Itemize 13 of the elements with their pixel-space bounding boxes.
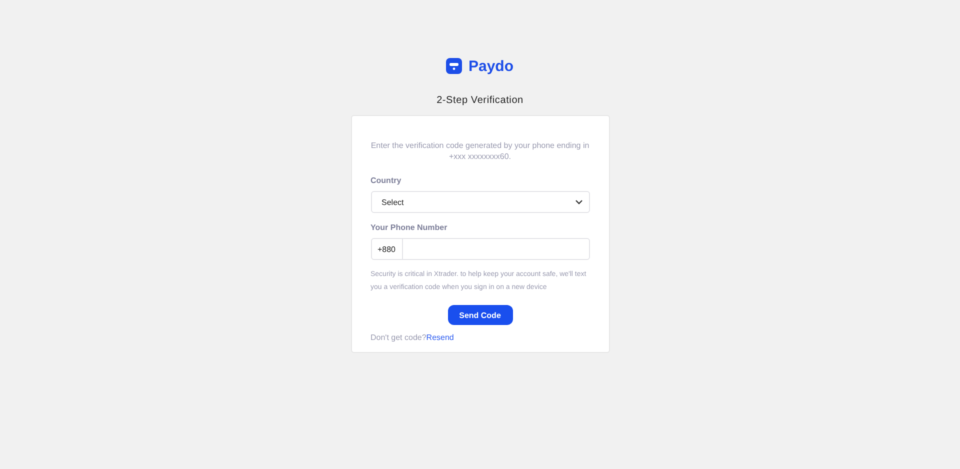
field-label: Your Phone Number: [370, 223, 448, 232]
resend-text: Don't get code?Resend: [370, 333, 455, 342]
country-code: +880: [372, 239, 402, 259]
send-code-button[interactable]: Send Code: [448, 305, 512, 325]
field-label: Country: [370, 176, 402, 185]
phone-field[interactable]: +880: [370, 238, 590, 260]
chevron-down-icon: [574, 199, 582, 205]
page-title: 2-Step Verification: [436, 95, 524, 107]
resend-link[interactable]: Resend: [426, 333, 454, 342]
brand-name: Paydo: [468, 58, 514, 74]
country-select[interactable]: Select: [370, 191, 590, 213]
logo-icon: [446, 58, 462, 74]
instruction-text: Enter the verification code generated by your phone ending in +xxx xxxxxxxx60.: [370, 140, 590, 162]
